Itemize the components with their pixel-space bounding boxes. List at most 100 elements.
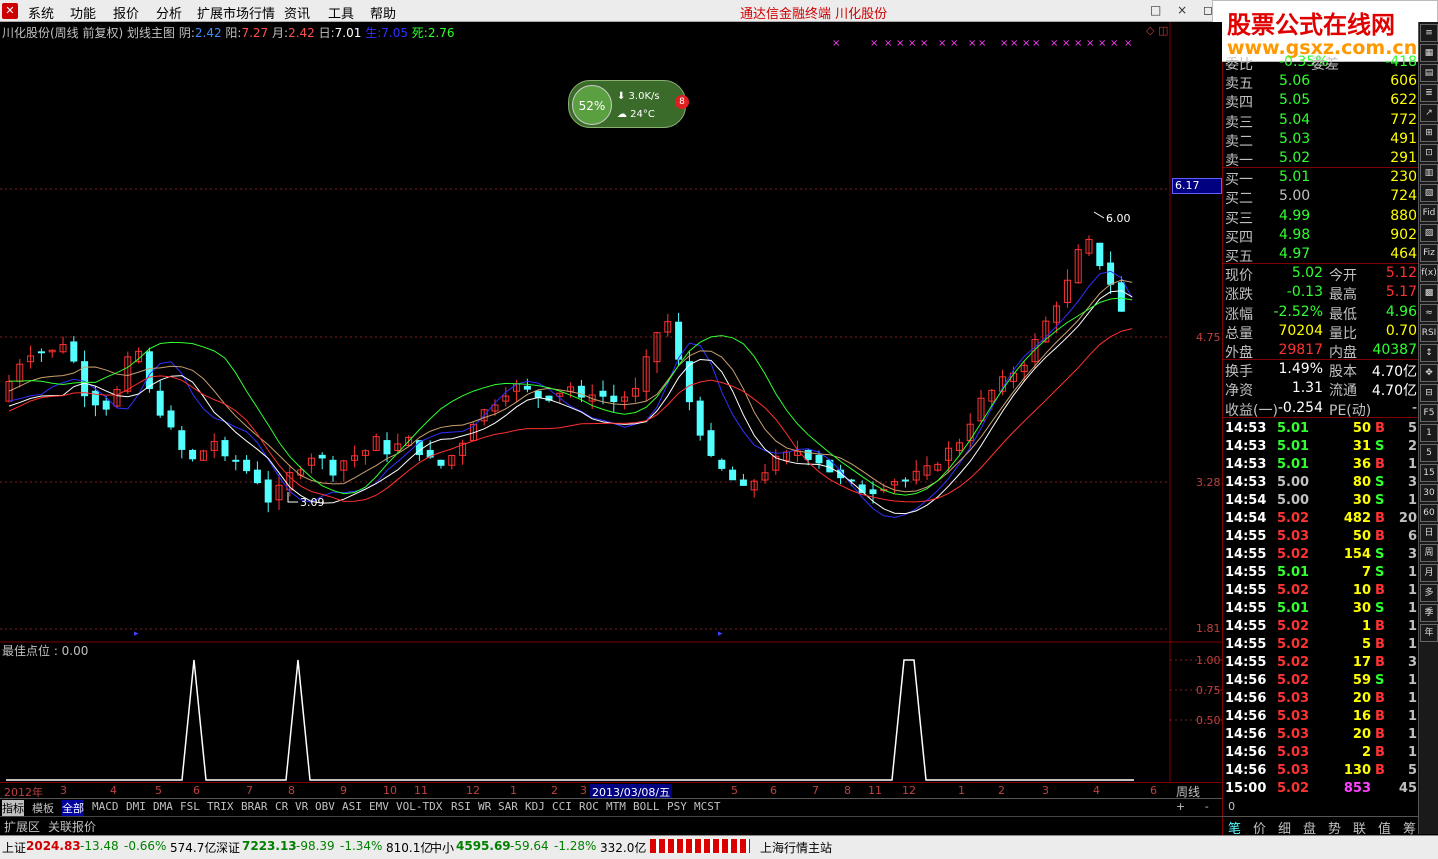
candle-body: [232, 459, 240, 462]
side-toolbar-icon[interactable]: ▨: [1420, 224, 1438, 242]
menu-system[interactable]: 系统: [28, 3, 54, 22]
indicator-tab[interactable]: DMA: [153, 800, 173, 813]
menu-news[interactable]: 资讯: [284, 3, 310, 22]
indicator-tab[interactable]: WR: [478, 800, 491, 813]
side-toolbar-icon[interactable]: Fid: [1420, 204, 1438, 222]
indicator-tab[interactable]: VR: [295, 800, 308, 813]
tick-row: 14:56 5.02 59 S 1: [1225, 673, 1417, 691]
kline-chart[interactable]: × × × × × × × × × × × × × × × × × × × × ×▸ ▸ 6.00 3.09 ◇ ◫: [0, 22, 1222, 782]
candle-body: [189, 449, 197, 460]
indicator-tab[interactable]: OBV: [315, 800, 335, 813]
indicator-tab[interactable]: MCST: [694, 800, 721, 813]
signal-mark: ×: [1022, 38, 1030, 49]
tick-price: 5.01: [1277, 456, 1310, 472]
indicator-tab[interactable]: MACD: [92, 800, 119, 813]
menu-help[interactable]: 帮助: [370, 3, 396, 22]
fund-key: 流通: [1329, 383, 1357, 400]
signal-mark: ×: [1110, 38, 1118, 49]
indicator-tab[interactable]: 指标: [2, 800, 24, 816]
side-toolbar-icon[interactable]: ≣: [1420, 84, 1438, 102]
side-toolbar-icon[interactable]: ⊡: [1420, 144, 1438, 162]
side-toolbar-icon[interactable]: ▩: [1420, 284, 1438, 302]
tick-price: 5.01: [1277, 438, 1310, 454]
date-tick: 2: [551, 784, 558, 797]
side-toolbar-icon[interactable]: Fiz: [1420, 244, 1438, 262]
side-toolbar-icon[interactable]: ≡: [1420, 24, 1438, 42]
side-toolbar-icon[interactable]: 15: [1420, 464, 1438, 482]
date-tick: 7: [246, 784, 253, 797]
side-toolbar-icon[interactable]: 年: [1420, 624, 1438, 642]
side-toolbar-icon[interactable]: 60: [1420, 504, 1438, 522]
indicator-tab[interactable]: BOLL: [633, 800, 660, 813]
side-toolbar-icon[interactable]: RSI: [1420, 324, 1438, 342]
menu-quote[interactable]: 报价: [113, 3, 139, 22]
indicator-tab[interactable]: FSL: [180, 800, 200, 813]
side-toolbar-icon[interactable]: ≈: [1420, 304, 1438, 322]
tick-side: B: [1375, 654, 1385, 670]
date-tick: 10: [383, 784, 397, 797]
tick-volume: 59: [1352, 672, 1371, 688]
indicator-tab[interactable]: ASI: [342, 800, 362, 813]
date-tick: 12: [466, 784, 480, 797]
server-station[interactable]: 上海行情主站: [760, 839, 832, 856]
indicator-tab[interactable]: VOL-TDX: [396, 800, 442, 813]
signal-mark: ×: [1050, 38, 1058, 49]
side-toolbar-icon[interactable]: 多: [1420, 584, 1438, 602]
indicator-tab[interactable]: BRAR: [241, 800, 268, 813]
indicator-tab[interactable]: RSI: [451, 800, 471, 813]
tab-extension-area[interactable]: 扩展区: [4, 818, 40, 835]
extension-tabs: 扩展区 关联报价: [0, 816, 1222, 834]
tick-row: 14:53 5.01 31 S 2: [1225, 439, 1417, 457]
indicator-tab[interactable]: TRIX: [207, 800, 234, 813]
indicator-tab[interactable]: DMI: [126, 800, 146, 813]
indicator-tab[interactable]: 模板: [32, 800, 54, 816]
tick-time: 14:55: [1225, 654, 1267, 670]
side-toolbar-icon[interactable]: F5: [1420, 404, 1438, 422]
menu-analysis[interactable]: 分析: [156, 3, 182, 22]
side-toolbar-icon[interactable]: ▥: [1420, 164, 1438, 182]
indicator-tab[interactable]: ROC: [579, 800, 599, 813]
indicator-tab[interactable]: EMV: [369, 800, 389, 813]
date-tick: 6: [1150, 784, 1157, 797]
side-toolbar-icon[interactable]: f(x): [1420, 264, 1438, 282]
tick-volume: 36: [1352, 456, 1371, 472]
side-toolbar-icon[interactable]: 30: [1420, 484, 1438, 502]
tick-price: 5.03: [1277, 708, 1310, 724]
side-toolbar-icon[interactable]: 周: [1420, 544, 1438, 562]
side-toolbar-icon[interactable]: 季: [1420, 604, 1438, 622]
tick-time: 14:56: [1225, 762, 1267, 778]
side-toolbar-icon[interactable]: ⊞: [1420, 124, 1438, 142]
indicator-tab[interactable]: CCI: [552, 800, 572, 813]
side-toolbar-icon[interactable]: ↗: [1420, 104, 1438, 122]
side-toolbar-icon[interactable]: ▦: [1420, 44, 1438, 62]
tick-price: 5.01: [1277, 600, 1310, 616]
tab-related-quote[interactable]: 关联报价: [48, 818, 96, 835]
side-toolbar-icon[interactable]: ▧: [1420, 184, 1438, 202]
tick-time: 14:54: [1225, 492, 1267, 508]
side-toolbar-icon[interactable]: ↕: [1420, 344, 1438, 362]
menu-function[interactable]: 功能: [70, 3, 96, 22]
menu-extended-market[interactable]: 扩展市场行情: [197, 3, 275, 22]
indicator-tab[interactable]: KDJ: [525, 800, 545, 813]
divider: [1223, 167, 1419, 169]
network-widget[interactable]: 52% ⬇ 3.0K/s ☁ 24°C 8: [568, 80, 689, 128]
side-toolbar-icon[interactable]: ✥: [1420, 364, 1438, 382]
tick-volume: 17: [1352, 654, 1371, 670]
tick-price: 5.03: [1277, 690, 1310, 706]
side-toolbar-icon[interactable]: 日: [1420, 524, 1438, 542]
side-toolbar-icon[interactable]: ▤: [1420, 64, 1438, 82]
indicator-tab[interactable]: MTM: [606, 800, 626, 813]
candle-body: [1107, 262, 1115, 285]
candle-body: [696, 400, 704, 436]
indicator-tab[interactable]: CR: [275, 800, 288, 813]
indicator-tab[interactable]: SAR: [498, 800, 518, 813]
chart-corner-icons[interactable]: ◇ ◫: [1146, 24, 1168, 37]
side-toolbar-icon[interactable]: 1: [1420, 424, 1438, 442]
tick-volume: 30: [1352, 492, 1371, 508]
side-toolbar-icon[interactable]: ⊟: [1420, 384, 1438, 402]
menu-tools[interactable]: 工具: [328, 3, 354, 22]
side-toolbar-icon[interactable]: 5: [1420, 444, 1438, 462]
indicator-tab[interactable]: PSY: [667, 800, 687, 813]
side-toolbar-icon[interactable]: 月: [1420, 564, 1438, 582]
indicator-tab[interactable]: 全部: [62, 800, 84, 816]
